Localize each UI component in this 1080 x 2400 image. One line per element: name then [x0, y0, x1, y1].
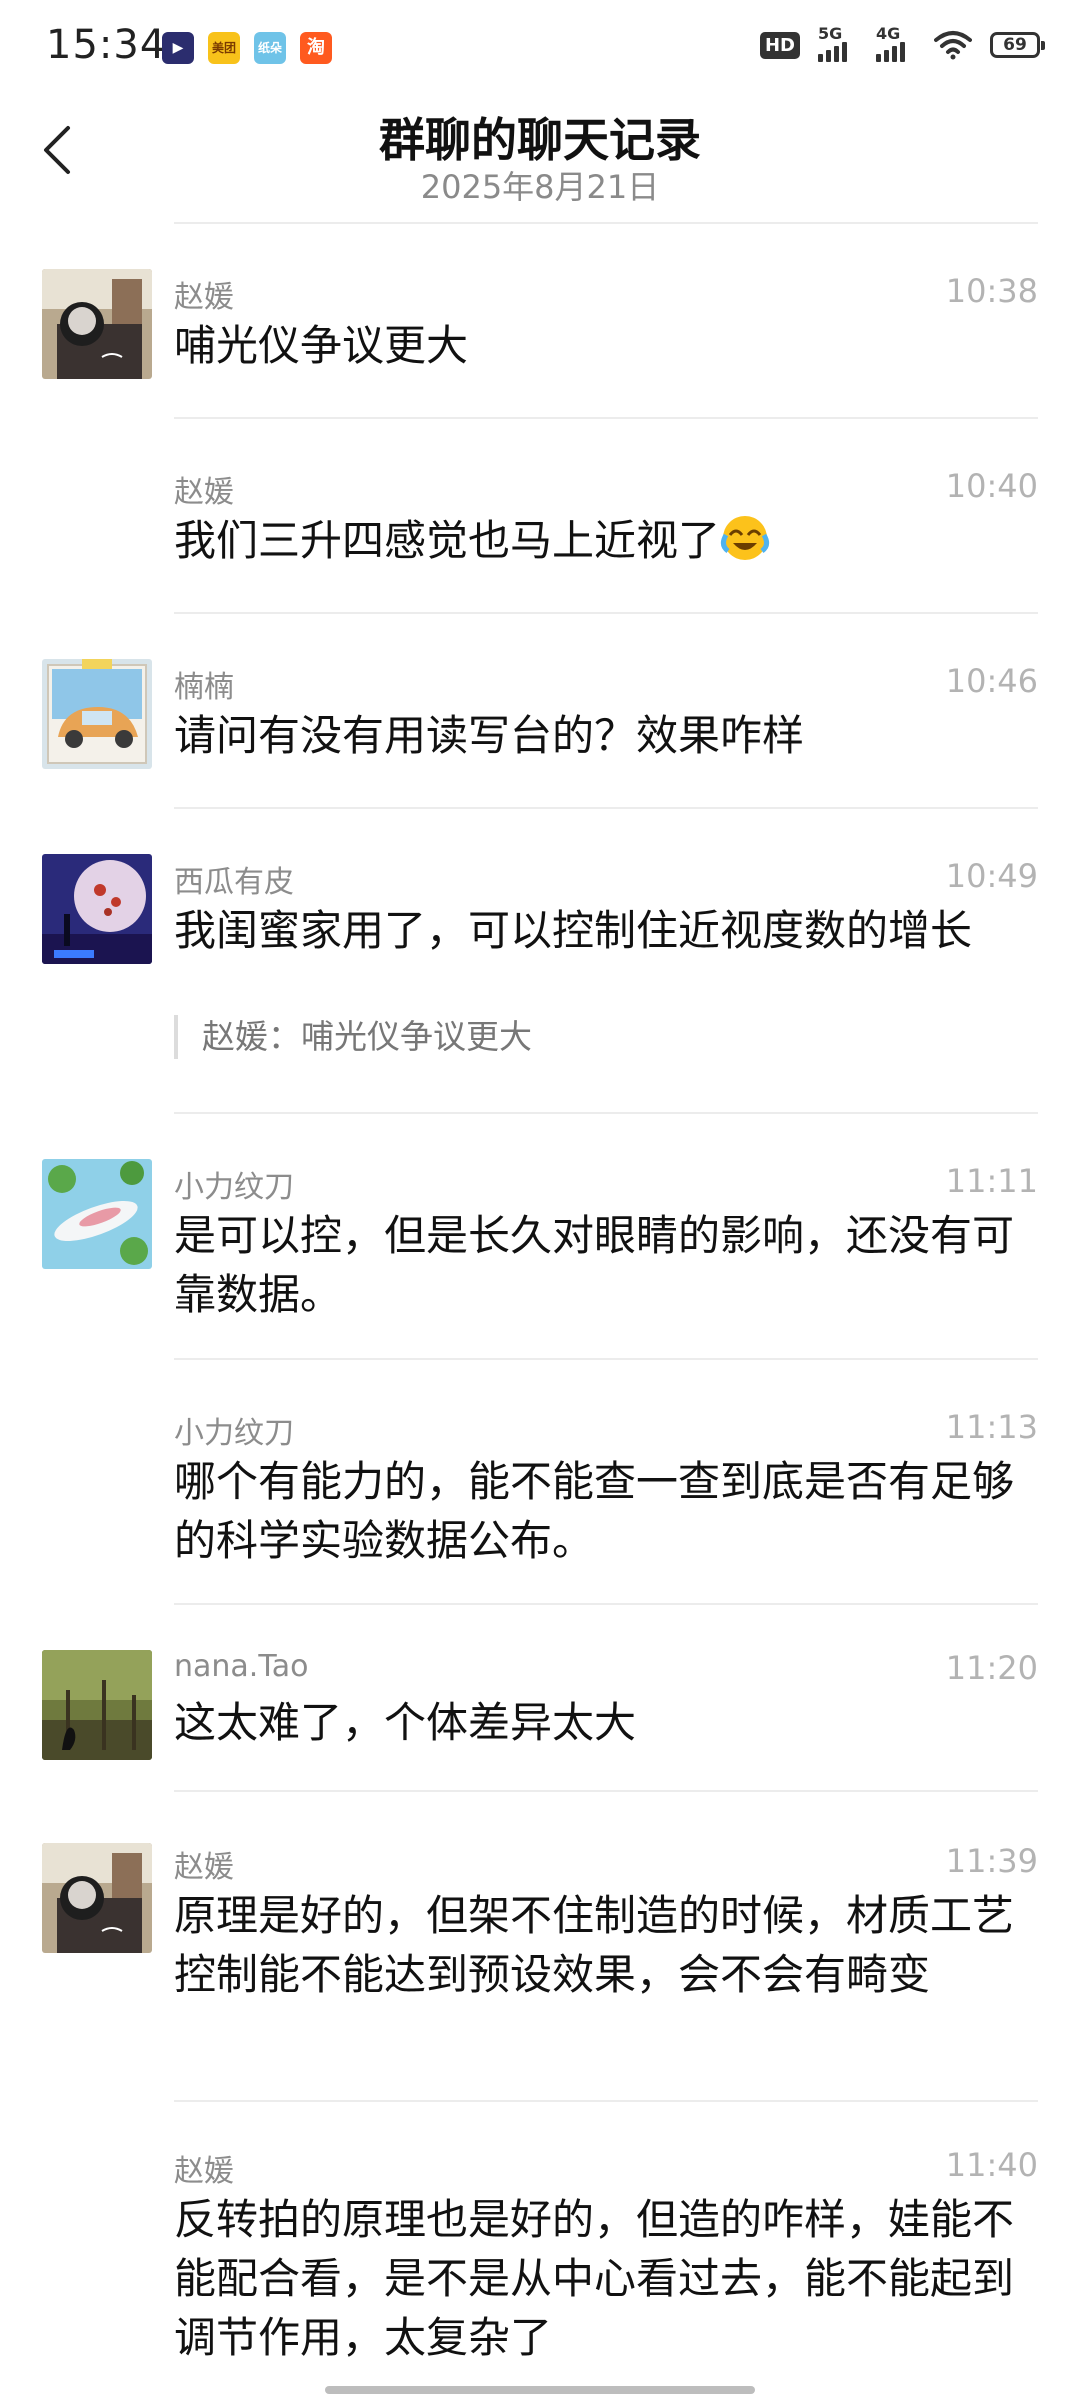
- message-time: 10:40: [945, 467, 1038, 505]
- sender-name: 小力纹刀: [174, 1416, 294, 1451]
- sender-name: 楠楠: [174, 670, 234, 705]
- sender-name: 赵媛: [174, 2154, 234, 2189]
- message-time: 11:20: [945, 1649, 1038, 1687]
- message-text: 原理是好的，但架不住制造的时候，材质工艺控制能不能达到预设效果，会不会有畸变: [174, 1891, 1015, 1999]
- message-text: 哺光仪争议更大: [174, 321, 469, 370]
- avatar[interactable]: [42, 1159, 152, 1269]
- crying-laughing-emoji-icon: [720, 516, 770, 560]
- avatar[interactable]: [42, 1843, 152, 1953]
- message-item[interactable]: 楠楠 10:46 请问有没有用读写台的？效果咋样: [0, 614, 1080, 809]
- message-item[interactable]: 小力纹刀 11:13 哪个有能力的，能不能查一查到底是否有足够的科学实验数据公布…: [0, 1360, 1080, 1605]
- video-app-icon: ▶: [162, 32, 194, 64]
- avatar[interactable]: [42, 854, 152, 964]
- home-indicator[interactable]: [325, 2386, 755, 2394]
- message-time: 11:40: [945, 2146, 1038, 2184]
- message-time: 11:39: [945, 1842, 1038, 1880]
- sender-name: 赵媛: [174, 1850, 234, 1885]
- sender-name: 赵媛: [174, 280, 234, 315]
- sender-name: 小力纹刀: [174, 1170, 294, 1205]
- message-item[interactable]: 赵媛 10:38 哺光仪争议更大: [0, 224, 1080, 419]
- message-time: 10:49: [945, 857, 1038, 895]
- page-title: 群聊的聊天记录: [379, 113, 701, 167]
- message-item[interactable]: 赵媛 10:40 我们三升四感觉也马上近视了: [0, 419, 1080, 614]
- clouds-app-icon: 纸朵: [254, 32, 286, 64]
- quoted-message[interactable]: 赵媛：哺光仪争议更大: [174, 1015, 532, 1059]
- avatar[interactable]: [42, 269, 152, 379]
- avatar[interactable]: [42, 1650, 152, 1760]
- message-item[interactable]: 赵媛 11:40 反转拍的原理也是好的，但造的咋样，娃能不能配合看，是不是从中心…: [0, 2102, 1080, 2400]
- page-date: 2025年8月21日: [420, 168, 660, 206]
- message-time: 11:13: [945, 1408, 1038, 1446]
- taobao-app-icon: 淘: [300, 32, 332, 64]
- message-item[interactable]: nana.Tao 11:20 这太难了，个体差异太大: [0, 1605, 1080, 1792]
- message-item[interactable]: 赵媛 11:39 原理是好的，但架不住制造的时候，材质工艺控制能不能达到预设效果…: [0, 1792, 1080, 2102]
- status-notification-icons: ▶ 美团 纸朵 淘: [162, 32, 332, 64]
- signal-5g-icon: 5G: [818, 24, 858, 62]
- status-time: 15:34: [46, 22, 167, 68]
- sender-name: nana.Tao: [174, 1649, 309, 1684]
- header: 群聊的聊天记录 2025年8月21日: [0, 100, 1080, 222]
- message-text: 是可以控，但是长久对眼睛的影响，还没有可靠数据。: [174, 1211, 1015, 1319]
- sender-name: 赵媛: [174, 475, 234, 510]
- status-system-icons: HD 5G 4G 69: [759, 24, 1045, 62]
- message-item[interactable]: 小力纹刀 11:11 是可以控，但是长久对眼睛的影响，还没有可靠数据。: [0, 1114, 1080, 1360]
- chat-record-list[interactable]: 赵媛 10:38 哺光仪争议更大 赵媛 10:40 我们三升四感觉也马上近视了: [0, 224, 1080, 2400]
- message-time: 11:11: [945, 1162, 1038, 1200]
- message-text: 请问有没有用读写台的？效果咋样: [174, 711, 805, 760]
- status-bar: 15:34 ▶ 美团 纸朵 淘 HD 5G 4G 69: [0, 0, 1080, 100]
- battery-icon: 69: [990, 32, 1045, 58]
- message-item[interactable]: 西瓜有皮 10:49 我闺蜜家用了，可以控制住近视度数的增长 赵媛：哺光仪争议更…: [0, 809, 1080, 1114]
- sender-name: 西瓜有皮: [174, 865, 294, 900]
- message-text: 我闺蜜家用了，可以控制住近视度数的增长: [174, 906, 973, 955]
- signal-4g-icon: 4G: [876, 24, 916, 62]
- message-text: 这太难了，个体差异太大: [174, 1698, 637, 1747]
- message-text: 哪个有能力的，能不能查一查到底是否有足够的科学实验数据公布。: [174, 1457, 1015, 1565]
- avatar[interactable]: [42, 659, 152, 769]
- message-time: 10:38: [945, 272, 1038, 310]
- message-text: 反转拍的原理也是好的，但造的咋样，娃能不能配合看，是不是从中心看过去，能不能起到…: [174, 2195, 1015, 2362]
- hd-icon: HD: [759, 31, 800, 59]
- meituan-app-icon: 美团: [208, 32, 240, 64]
- message-text: 我们三升四感觉也马上近视了: [174, 511, 1014, 570]
- message-time: 10:46: [945, 662, 1038, 700]
- wifi-icon: [934, 31, 972, 60]
